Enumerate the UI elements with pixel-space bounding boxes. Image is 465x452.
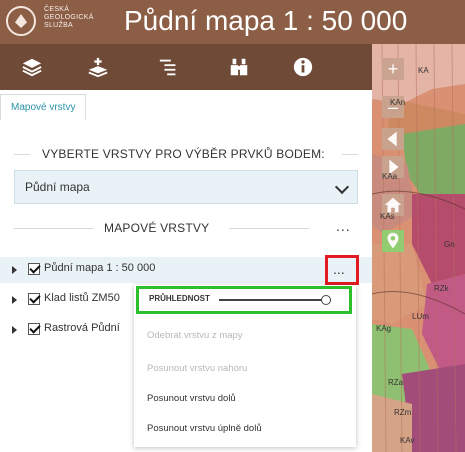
layer-row[interactable]: Půdní mapa 1 : 50 000 [0,257,372,283]
layers-button[interactable] [17,52,47,82]
info-button[interactable] [288,52,318,82]
select-section-title: VYBERTE VRSTVY PRO VÝBĚR PRVKŮ BODEM: [42,147,325,161]
opacity-control: PRŮHLEDNOST [136,286,352,314]
divider [342,154,358,155]
opacity-slider-track[interactable] [219,299,331,301]
map-label: RZa [388,378,404,387]
more-dots: ... [333,261,345,277]
add-layer-button[interactable] [83,52,113,82]
divider [229,228,309,229]
legend-icon [159,59,176,76]
layer-visibility-checkbox[interactable] [28,323,40,335]
menu-item-move-bottom[interactable]: Posunout vrstvu úplně dolů [147,423,262,434]
section-more-button[interactable]: ... [336,218,351,234]
expand-arrow-icon[interactable] [12,326,17,334]
map-label: RZm [394,408,412,417]
map-label: Gn [444,240,455,249]
legend-button[interactable] [154,52,184,82]
layer-visibility-checkbox[interactable] [28,293,40,305]
map-layers-section-title: MAPOVÉ VRSTVY [104,221,210,235]
menu-item-remove-layer: Odebrat vrstvu z mapy [147,330,243,341]
org-line-1: ČESKÁ [44,6,70,13]
tab-map-layers[interactable]: Mapové vrstvy [0,94,87,120]
map-canvas[interactable]: + – KA KAn KAa KAs Gn RZk LUm KAg RZa RZ… [372,44,465,452]
map-label: LUm [412,312,429,321]
layer-label: Půdní mapa 1 : 50 000 [44,262,156,274]
layer-label: Rastrová Půdní [44,322,120,334]
app-title: Půdní mapa 1 : 50 000 [124,5,408,36]
menu-item-move-up: Posunout vrstvu nahoru [147,363,248,374]
chevron-down-icon [334,179,350,195]
zoom-in-button[interactable]: + [382,58,404,80]
divider [14,154,30,155]
search-button[interactable] [224,52,254,82]
add-layer-icon [88,57,108,78]
arrow-left-icon [387,131,397,147]
divider [14,228,94,229]
panel-tabs: Mapové vrstvy [0,90,372,121]
map-label: RZk [434,284,449,293]
map-label: KAs [380,212,395,221]
main-toolbar [0,44,372,90]
map-label: KAg [376,324,392,333]
app-header: ČESKÁ GEOLOGICKÁ SLUŽBA Půdní mapa 1 : 5… [0,0,465,44]
layer-context-menu: PRŮHLEDNOST Odebrat vrstvu z mapy Posuno… [134,285,356,447]
menu-item-move-down[interactable]: Posunout vrstvu dolů [147,393,236,404]
opacity-label: PRŮHLEDNOST [149,294,210,303]
selected-layer-value: Půdní mapa [25,180,90,194]
layers-icon [22,58,42,77]
organization-name: ČESKÁ GEOLOGICKÁ SLUŽBA [44,6,94,30]
binoculars-icon [230,58,248,76]
expand-arrow-icon[interactable] [12,266,17,274]
cgs-logo-icon [6,6,36,36]
org-line-2: GEOLOGICKÁ [44,14,94,21]
layer-label: Klad listů ZM50 [44,292,120,304]
map-label: KA [418,66,429,75]
layer-more-button[interactable]: ... [325,255,359,285]
info-icon [293,57,313,77]
locate-button[interactable] [382,230,404,252]
expand-arrow-icon[interactable] [12,296,17,304]
map-label: KAv [400,436,415,445]
layer-visibility-checkbox[interactable] [28,263,40,275]
opacity-slider-handle[interactable] [321,295,332,305]
org-line-3: SLUŽBA [44,22,74,29]
map-label: KAn [390,98,406,107]
selection-layer-dropdown[interactable]: Půdní mapa [14,170,358,204]
back-button[interactable] [382,128,404,150]
map-label: KAa [382,172,398,181]
location-pin-icon [387,232,399,249]
